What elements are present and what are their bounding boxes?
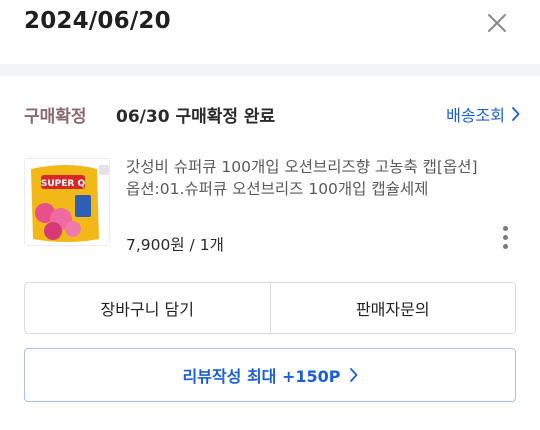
product-name[interactable]: 갓성비 슈퍼큐 100개입 오션브리즈향 고농축 캡[옵션] 옵션:01.슈퍼큐… [126,156,492,200]
order-header: 2024/06/20 [0,0,540,48]
add-to-cart-button[interactable]: 장바구니 담기 [25,283,270,333]
chevron-right-icon [512,107,520,121]
detergent-package-image: SUPER Q [25,159,109,245]
svg-text:SUPER Q: SUPER Q [41,179,86,189]
product-price-qty: 7,900원 / 1개 [126,236,224,254]
close-icon[interactable] [484,10,510,36]
write-review-label: 리뷰작성 최대 +150P [182,367,341,386]
action-button-bar: 장바구니 담기 판매자문의 [24,282,516,334]
chevron-right-icon [349,368,357,382]
more-options-icon[interactable] [498,226,512,256]
order-date: 2024/06/20 [24,8,171,34]
tracking-label: 배송조회 [446,106,505,125]
section-divider [0,64,540,76]
seller-inquiry-button[interactable]: 판매자문의 [269,283,516,333]
tracking-link[interactable]: 배송조회 [446,102,520,126]
product-item: SUPER Q 갓성비 슈퍼큐 100개입 오션브리즈향 고농축 캡[옵션] 옵… [24,156,520,266]
product-thumbnail[interactable]: SUPER Q [24,158,110,246]
order-status-row: 구매확정 06/30 구매확정 완료 배송조회 [24,100,520,130]
status-label: 구매확정 [24,107,87,127]
write-review-button[interactable]: 리뷰작성 최대 +150P [24,348,516,402]
status-text: 06/30 구매확정 완료 [116,107,276,127]
